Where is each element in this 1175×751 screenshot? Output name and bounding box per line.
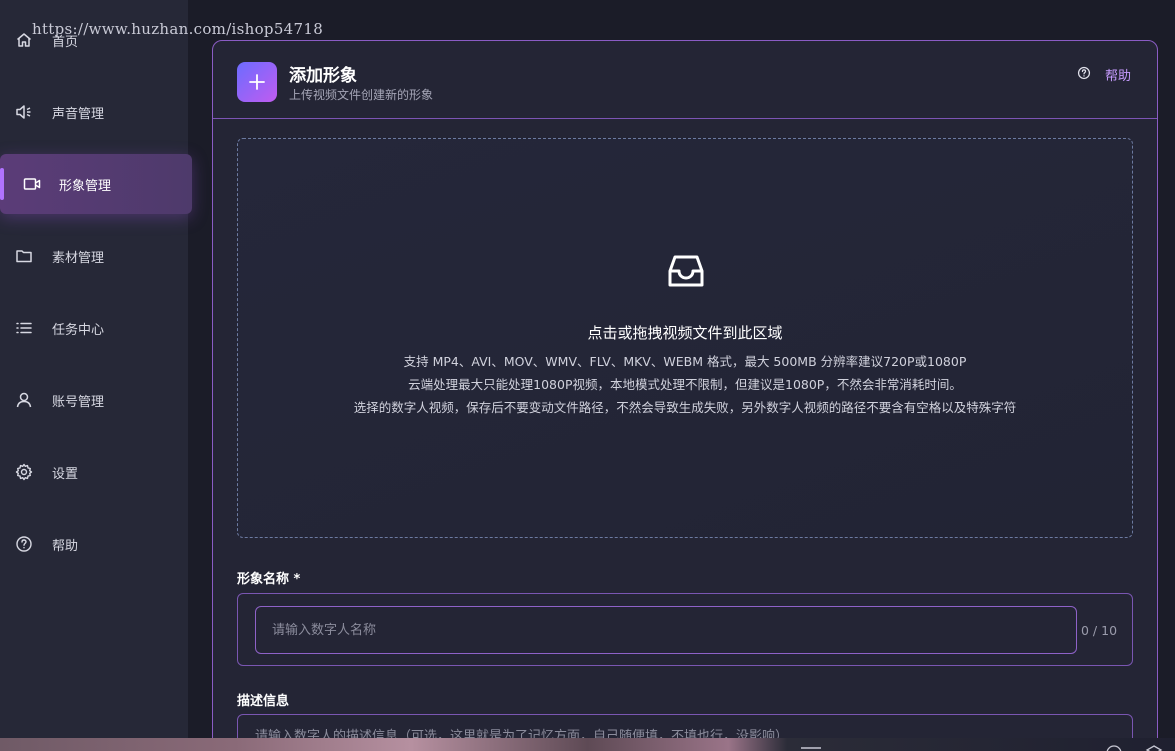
description-field-label: 描述信息: [237, 694, 290, 709]
home-icon: [15, 31, 33, 49]
active-indicator: [0, 168, 4, 200]
sidebar-item-label: 形象管理: [59, 178, 112, 194]
help-circle-icon: [15, 535, 33, 553]
user-icon: [15, 391, 33, 409]
upload-main-text: 点击或拖拽视频文件到此区域: [587, 324, 783, 342]
list-icon: [15, 319, 33, 337]
menu-icon: [800, 740, 821, 751]
sidebar-item-label: 设置: [52, 466, 79, 482]
speaker-icon: [15, 103, 33, 121]
add-avatar-card: 添加形象 上传视频文件创建新的形象 帮助 点击或拖拽视频文件到此区域 支持 MP…: [212, 40, 1158, 751]
upload-hint-formats: 支持 MP4、AVI、MOV、WMV、FLV、MKV、WEBM 格式，最大 50…: [403, 354, 967, 369]
sidebar-item-avatar[interactable]: 形象管理: [0, 154, 192, 214]
sidebar: 首页 声音管理 形象管理 素材管理 任务中心 账号管理 设置 帮助: [0, 0, 192, 738]
help-circle-icon: [1077, 65, 1091, 84]
help-button[interactable]: 帮助: [1077, 65, 1131, 84]
sidebar-item-help[interactable]: 帮助: [0, 518, 188, 570]
sidebar-item-account[interactable]: 账号管理: [0, 374, 188, 426]
add-icon: [237, 62, 277, 102]
video-upload-dropzone[interactable]: 点击或拖拽视频文件到此区域 支持 MP4、AVI、MOV、WMV、FLV、MKV…: [237, 138, 1133, 538]
video-icon: [23, 175, 41, 193]
sidebar-item-label: 任务中心: [52, 322, 105, 338]
cube-icon: [1145, 740, 1163, 751]
inbox-icon: [666, 251, 706, 291]
name-field-container: 0 / 10: [237, 593, 1133, 666]
page-subtitle: 上传视频文件创建新的形象: [289, 88, 434, 102]
sidebar-item-voice[interactable]: 声音管理: [0, 86, 188, 138]
sidebar-item-tasks[interactable]: 任务中心: [0, 302, 188, 354]
upload-hint-resolution: 云端处理最大只能处理1080P视频，本地模式处理不限制，但建议是1080P，不然…: [408, 377, 962, 392]
sidebar-item-label: 账号管理: [52, 394, 105, 410]
card-header: 添加形象 上传视频文件创建新的形象 帮助: [213, 41, 1157, 119]
taskbar-strip: [0, 738, 1175, 751]
gear-icon: [15, 463, 33, 481]
name-char-counter: 0 / 10: [1081, 623, 1118, 638]
sidebar-item-settings[interactable]: 设置: [0, 446, 188, 498]
sidebar-item-label: 声音管理: [52, 106, 105, 122]
sidebar-item-label: 素材管理: [52, 250, 105, 266]
folder-icon: [15, 247, 33, 265]
emoji-icon: [1105, 740, 1123, 751]
watermark-url: https://www.huzhan.com/ishop54718: [32, 20, 324, 38]
sidebar-item-label: 帮助: [52, 538, 79, 554]
avatar-name-input[interactable]: [255, 606, 1077, 654]
name-field-label: 形象名称 *: [237, 572, 301, 587]
upload-hint-path: 选择的数字人视频，保存后不要变动文件路径，不然会导致生成失败，另外数字人视频的路…: [353, 400, 1017, 415]
help-label: 帮助: [1104, 69, 1131, 84]
page-title: 添加形象: [289, 66, 357, 86]
sidebar-item-materials[interactable]: 素材管理: [0, 230, 188, 282]
